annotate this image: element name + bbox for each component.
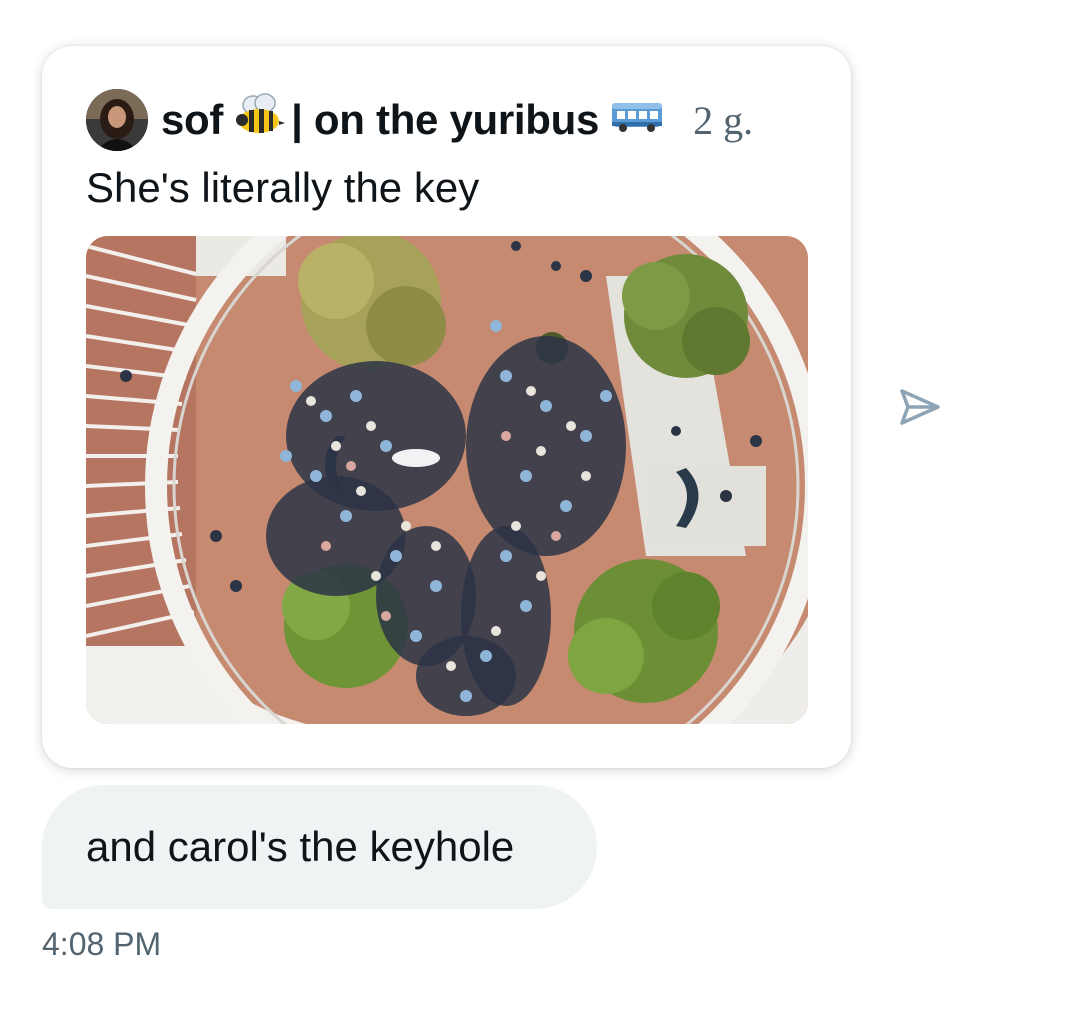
- message-timestamp: 4:08 PM: [42, 926, 162, 962]
- author-name-suffix: | on the yuribus: [291, 96, 600, 143]
- author-display-name[interactable]: sof | on the yuribus: [161, 93, 663, 147]
- message-text: and carol's the keyhole: [86, 823, 515, 870]
- author-name: sof: [161, 96, 224, 143]
- share-send-icon[interactable]: [896, 383, 944, 431]
- post-header: sof | on the yuribus 2 g.: [86, 88, 753, 152]
- quoted-post-text: She's literally the key: [86, 164, 480, 211]
- bee-emoji-icon: [233, 93, 286, 147]
- post-time-ago[interactable]: 2 g.: [693, 97, 753, 144]
- quoted-post-card[interactable]: sof | on the yuribus 2 g. She's literall…: [42, 46, 851, 768]
- bus-emoji-icon: [611, 96, 663, 144]
- post-image[interactable]: [86, 236, 808, 724]
- author-avatar[interactable]: [86, 89, 148, 151]
- message-bubble[interactable]: and carol's the keyhole: [42, 785, 597, 909]
